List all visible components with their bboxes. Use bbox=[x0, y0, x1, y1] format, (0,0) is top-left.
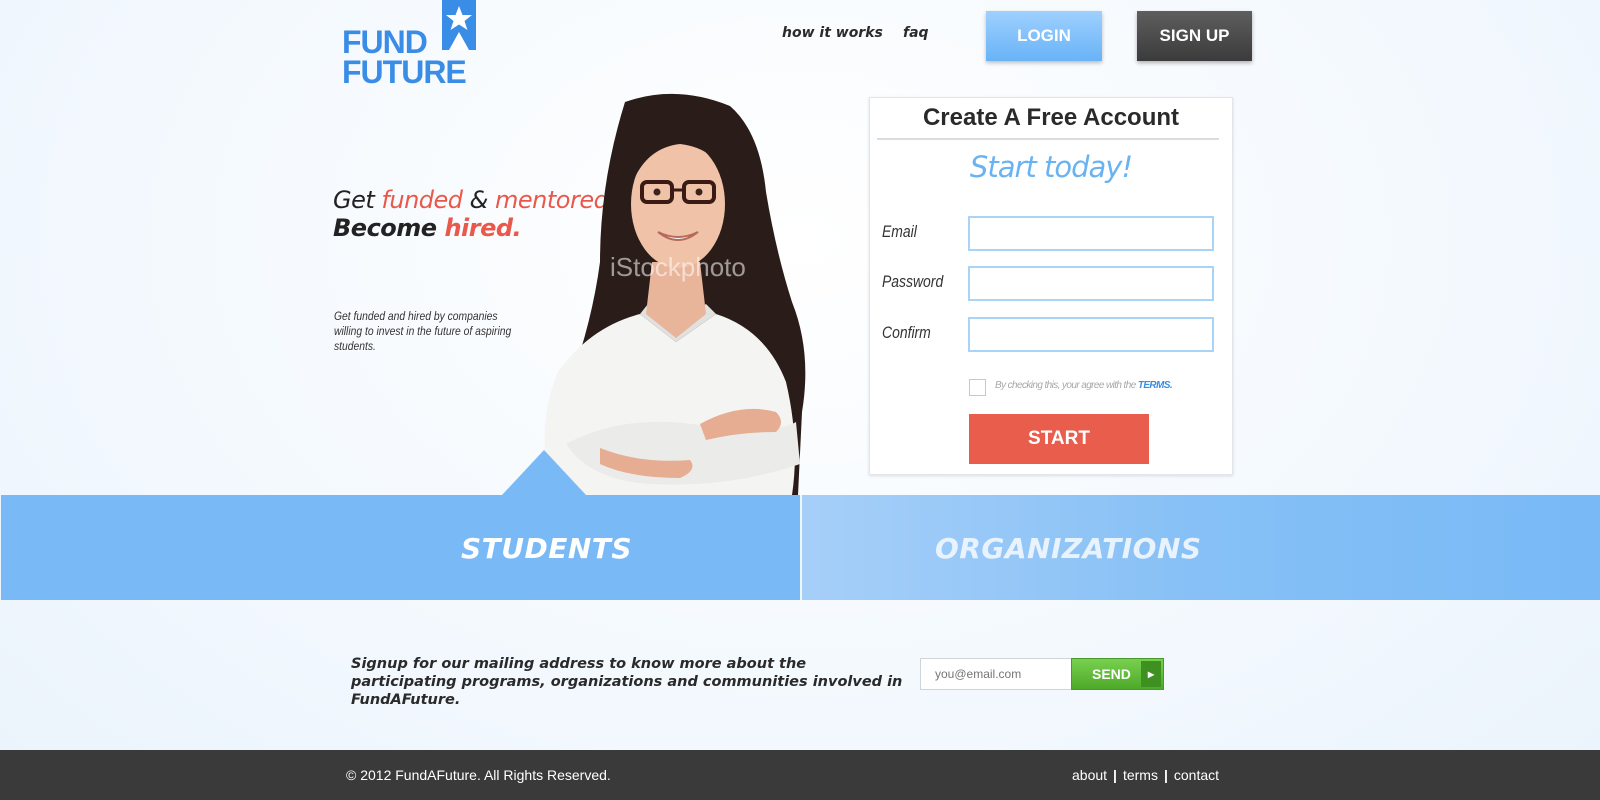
terms-checkbox[interactable] bbox=[969, 379, 986, 396]
hero-description: Get funded and hired by companies willin… bbox=[334, 309, 512, 353]
tab-organizations[interactable]: ORGANIZATIONS bbox=[802, 495, 1600, 600]
password-field[interactable] bbox=[968, 266, 1214, 301]
divider bbox=[877, 138, 1219, 140]
email-field[interactable] bbox=[968, 216, 1214, 251]
tagline-get: Get bbox=[333, 186, 382, 214]
password-label: Password bbox=[882, 272, 944, 291]
newsletter-text: Signup for our mailing address to know m… bbox=[351, 656, 903, 708]
footer-links: about | terms | contact bbox=[1072, 767, 1219, 783]
footer-link-contact[interactable]: contact bbox=[1174, 767, 1219, 783]
chevron-right-icon: ▸ bbox=[1141, 661, 1161, 687]
copyright: © 2012 FundAFuture. All Rights Reserved. bbox=[346, 767, 611, 783]
tagline-become: Become bbox=[333, 214, 445, 242]
logo[interactable]: FUND FUTURE bbox=[342, 0, 477, 88]
newsletter-email-input[interactable] bbox=[920, 658, 1072, 690]
send-button[interactable]: SEND ▸ bbox=[1071, 658, 1164, 690]
signup-subtitle: Start today! bbox=[969, 150, 1133, 184]
logo-word-future: FUTURE bbox=[342, 54, 467, 90]
email-label: Email bbox=[882, 222, 917, 241]
signup-panel: Create A Free Account Start today! Email… bbox=[869, 97, 1233, 475]
confirm-password-field[interactable] bbox=[968, 317, 1214, 352]
start-button[interactable]: START bbox=[969, 414, 1149, 464]
terms-link[interactable]: TERMS. bbox=[1138, 380, 1173, 391]
tab-organizations-label: ORGANIZATIONS bbox=[935, 532, 1202, 565]
signup-button[interactable]: SIGN UP bbox=[1137, 11, 1252, 61]
terms-prefix: By checking this, your agree with the bbox=[995, 380, 1138, 391]
tagline-hired: hired. bbox=[444, 214, 522, 242]
footer-link-about[interactable]: about bbox=[1072, 767, 1107, 783]
send-label: SEND bbox=[1092, 666, 1131, 682]
tagline-funded: funded bbox=[381, 186, 463, 214]
signup-title: Create A Free Account bbox=[922, 104, 1180, 131]
tagline-ampersand: & bbox=[462, 186, 495, 214]
star-icon bbox=[442, 0, 476, 50]
footer-separator: | bbox=[1163, 767, 1168, 783]
band-pointer bbox=[502, 450, 586, 495]
tab-students[interactable]: STUDENTS bbox=[1, 495, 800, 600]
nav-how-it-works[interactable]: how it works bbox=[782, 25, 883, 41]
tab-students-label: STUDENTS bbox=[461, 532, 633, 565]
footer-link-terms[interactable]: terms bbox=[1123, 767, 1158, 783]
photo-watermark: iStockphoto bbox=[610, 252, 746, 282]
footer-separator: | bbox=[1113, 767, 1117, 783]
hero-photo: iStockphoto bbox=[544, 93, 806, 495]
terms-text: By checking this, your agree with the TE… bbox=[995, 380, 1173, 391]
audience-band: STUDENTS ORGANIZATIONS bbox=[1, 495, 1600, 600]
login-button[interactable]: LOGIN bbox=[986, 11, 1102, 61]
nav-faq[interactable]: faq bbox=[903, 25, 929, 41]
confirm-label: Confirm bbox=[882, 323, 931, 342]
footer: © 2012 FundAFuture. All Rights Reserved.… bbox=[0, 750, 1600, 800]
